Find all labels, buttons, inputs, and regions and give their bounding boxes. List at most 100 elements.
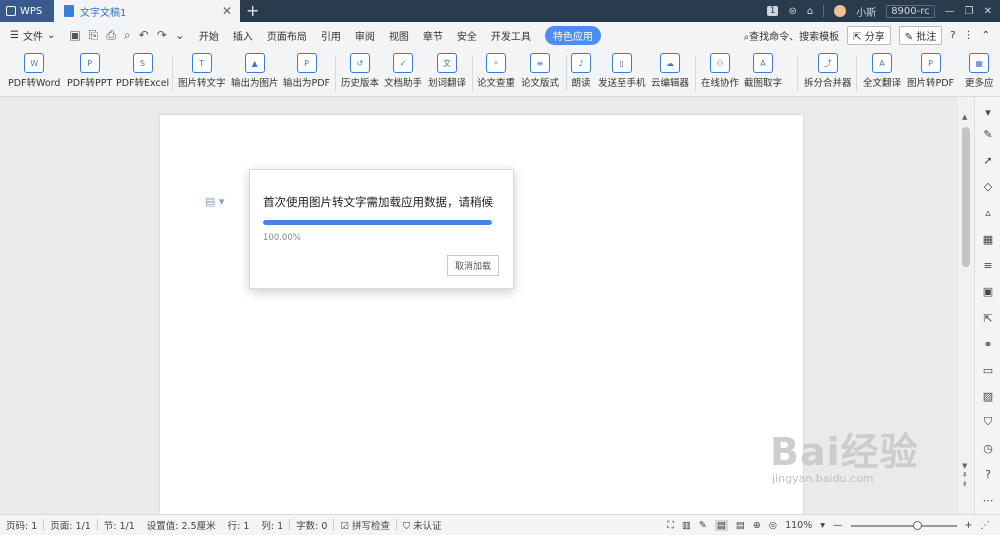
close-tab-icon[interactable]: ✕ bbox=[222, 4, 232, 18]
new-tab-button[interactable]: + bbox=[246, 1, 259, 20]
tab-review[interactable]: 审阅 bbox=[355, 28, 375, 43]
full-translate-button[interactable]: A 全文翻译 bbox=[863, 53, 901, 89]
pdf-to-excel-button[interactable]: S PDF转Excel bbox=[116, 53, 169, 89]
online-collab-button[interactable]: ⚇ 在线协作 bbox=[701, 53, 739, 89]
cancel-loading-button[interactable]: 取消加载 bbox=[447, 255, 499, 276]
collapse-icon[interactable]: ⌃ bbox=[982, 30, 990, 41]
customize-icon[interactable]: ⌄ bbox=[175, 28, 185, 43]
print-icon[interactable]: ⎙ bbox=[106, 28, 116, 43]
status-word-count[interactable]: 字数: 0 bbox=[290, 518, 333, 532]
collapse-rail-icon[interactable]: ▾ bbox=[981, 105, 995, 119]
image-to-pdf-button[interactable]: P 图片转PDF bbox=[907, 53, 954, 89]
export-pdf-button[interactable]: P 输出为PDF bbox=[283, 53, 330, 89]
resize-grip-icon[interactable]: ⋰ bbox=[981, 520, 991, 531]
tab-page-layout[interactable]: 页面布局 bbox=[267, 28, 307, 43]
print-preview-icon[interactable]: ⌕ bbox=[124, 28, 131, 43]
ruler-icon[interactable]: ≡ bbox=[981, 258, 995, 272]
share-button[interactable]: ⇱ 分享 bbox=[847, 26, 891, 45]
link-icon[interactable]: ⚭ bbox=[981, 337, 995, 351]
shield-icon[interactable]: ⛉ bbox=[981, 415, 995, 429]
pdf-to-word-button[interactable]: W PDF转Word bbox=[8, 53, 60, 89]
tab-special-apps[interactable]: 特色应用 bbox=[544, 26, 601, 45]
edit-mode-icon[interactable]: ✎ bbox=[699, 520, 707, 531]
status-row[interactable]: 行: 1 bbox=[222, 518, 256, 532]
maximize-icon[interactable]: ❐ bbox=[965, 6, 974, 17]
tab-chapter[interactable]: 章节 bbox=[423, 28, 443, 43]
search-command[interactable]: ⌕查找命令、搜索模板 bbox=[744, 28, 840, 43]
help-icon[interactable]: ? bbox=[950, 30, 955, 41]
paper-format-button[interactable]: ≡ 论文版式 bbox=[521, 53, 559, 89]
window-count-badge[interactable]: 1 bbox=[766, 6, 779, 16]
undo-icon[interactable]: ↶ bbox=[139, 28, 149, 43]
zoom-level[interactable]: 110% bbox=[785, 520, 812, 531]
spell-check-button[interactable]: ☑ 拼写检查 bbox=[334, 518, 396, 532]
zoom-dropdown-icon[interactable]: ▾ bbox=[820, 520, 825, 531]
shirt-icon[interactable]: ⌂ bbox=[807, 6, 813, 17]
tab-view[interactable]: 视图 bbox=[389, 28, 409, 43]
table-icon[interactable]: ▦ bbox=[981, 232, 995, 246]
tab-start[interactable]: 开始 bbox=[199, 28, 219, 43]
read-aloud-button[interactable]: ♪ 朗读 bbox=[571, 53, 591, 89]
zoom-slider[interactable] bbox=[850, 520, 957, 530]
status-page-number[interactable]: 页码: 1 bbox=[0, 518, 43, 532]
user-name[interactable]: 小斯 bbox=[856, 4, 876, 19]
minimize-icon[interactable]: — bbox=[945, 6, 955, 17]
auth-status[interactable]: ⛉ 未认证 bbox=[397, 518, 448, 532]
help-rail-icon[interactable]: ? bbox=[981, 467, 995, 481]
avatar[interactable] bbox=[834, 5, 847, 17]
pointer-icon[interactable]: ➚ bbox=[981, 153, 995, 167]
outline-view-icon[interactable]: ▤ bbox=[736, 520, 745, 531]
zoom-out-icon[interactable]: — bbox=[833, 520, 843, 531]
file-menu[interactable]: ☰ 文件 ⌄ bbox=[10, 28, 55, 43]
save-icon[interactable]: ▣ bbox=[69, 28, 80, 43]
export-icon[interactable]: ⎘ bbox=[89, 28, 99, 43]
redo-icon[interactable]: ↷ bbox=[157, 28, 167, 43]
template-icon[interactable]: ▣ bbox=[981, 284, 995, 298]
pen-icon[interactable]: ✎ bbox=[981, 127, 995, 141]
zoom-in-icon[interactable]: + bbox=[965, 520, 973, 531]
more-apps-button[interactable]: ▦ 更多应 bbox=[965, 53, 994, 89]
cloud-editor-button[interactable]: ☁ 云编辑器 bbox=[651, 53, 689, 89]
more-icon[interactable]: ⋮ bbox=[964, 30, 974, 41]
tab-references[interactable]: 引用 bbox=[321, 28, 341, 43]
scroll-down-icon[interactable]: ▼ ⇞ ⇟ bbox=[962, 462, 968, 489]
wps-app-tab[interactable]: WPS bbox=[0, 0, 54, 22]
image-to-text-button[interactable]: T 图片转文字 bbox=[178, 53, 226, 89]
vertical-scrollbar[interactable]: ▲ ▼ ⇞ ⇟ bbox=[958, 97, 974, 514]
paragraph-handle-icon[interactable]: ▤ ▾ bbox=[205, 195, 224, 208]
style-icon[interactable]: ▵ bbox=[981, 205, 995, 219]
screenshot-ocr-button[interactable]: A 截图取字 bbox=[744, 53, 782, 89]
picture-icon[interactable]: ▨ bbox=[981, 389, 995, 403]
status-col[interactable]: 列: 1 bbox=[255, 518, 289, 532]
status-section[interactable]: 节: 1/1 bbox=[98, 518, 141, 532]
tab-developer[interactable]: 开发工具 bbox=[491, 28, 531, 43]
send-to-phone-button[interactable]: ▯ 发送至手机 bbox=[598, 53, 646, 89]
pdf-to-ppt-button[interactable]: P PDF转PPT bbox=[67, 53, 112, 89]
paper-check-button[interactable]: ⌕ 论文查重 bbox=[477, 53, 515, 89]
export-image-button[interactable]: ▲ 输出为图片 bbox=[231, 53, 279, 89]
tab-security[interactable]: 安全 bbox=[457, 28, 477, 43]
eye-protect-icon[interactable]: ◎ bbox=[769, 520, 777, 531]
skin-icon[interactable]: ⊜ bbox=[788, 6, 796, 17]
account-badge[interactable]: 8900-rc bbox=[886, 4, 935, 18]
doc-assistant-button[interactable]: ✓ 文档助手 bbox=[384, 53, 422, 89]
tab-insert[interactable]: 插入 bbox=[233, 28, 253, 43]
close-window-icon[interactable]: ✕ bbox=[984, 6, 992, 17]
fullscreen-icon[interactable]: ⛶ bbox=[667, 520, 674, 531]
comment-button[interactable]: ✎ 批注 bbox=[898, 26, 943, 45]
word-translate-button[interactable]: 文划词翻译 bbox=[428, 53, 466, 89]
status-setting[interactable]: 设置值: 2.5厘米 bbox=[141, 518, 222, 532]
web-view-icon[interactable]: ⊕ bbox=[753, 520, 761, 531]
read-mode-icon[interactable]: ▥ bbox=[682, 520, 691, 531]
share-out-icon[interactable]: ⇱ bbox=[981, 311, 995, 325]
grid-icon[interactable]: ⋯ bbox=[981, 493, 995, 507]
history-version-button[interactable]: ↺ 历史版本 bbox=[341, 53, 379, 89]
split-merge-button[interactable]: ⤴ 拆分合并器 bbox=[804, 53, 852, 89]
shapes-icon[interactable]: ◇ bbox=[981, 179, 995, 193]
clock-icon[interactable]: ◷ bbox=[981, 441, 995, 455]
status-pages[interactable]: 页面: 1/1 bbox=[44, 518, 97, 532]
scroll-up-icon[interactable]: ▲ bbox=[962, 113, 967, 121]
zoom-slider-knob[interactable] bbox=[912, 520, 922, 530]
archive-icon[interactable]: ▭ bbox=[981, 363, 995, 377]
page-view-icon[interactable]: ▤ bbox=[714, 520, 728, 531]
